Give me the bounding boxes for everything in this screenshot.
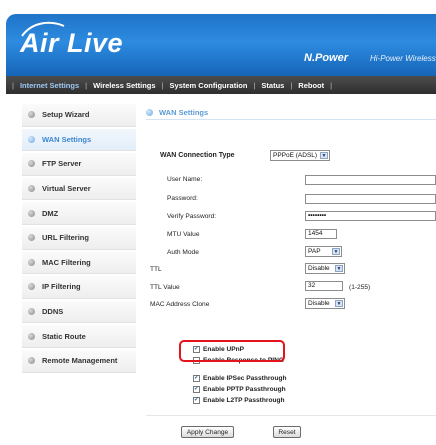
ttl-range-hint: (1-255) xyxy=(349,284,371,291)
ipsec-checkbox[interactable]: ✓ Enable IPSec Passthrough xyxy=(193,375,287,382)
connection-type-value: PPPoE (ADSL) xyxy=(273,152,318,159)
bullet-icon xyxy=(28,160,35,168)
bullet-icon xyxy=(28,234,35,242)
sidebar-item-label: Virtual Server xyxy=(42,184,91,194)
bullet-icon xyxy=(28,111,35,119)
sidebar-item-wan-settings[interactable]: WAN Settings xyxy=(22,128,136,152)
sidebar-item-ip-filtering[interactable]: IP Filtering xyxy=(22,276,136,299)
ttl-select-value: Disable xyxy=(308,265,330,272)
username-label: User Name: xyxy=(167,176,203,183)
sidebar-item-url-filtering[interactable]: URL Filtering xyxy=(22,226,136,250)
bullet-icon xyxy=(28,185,35,193)
nav-system-configuration[interactable]: System Configuration xyxy=(170,81,248,90)
username-field[interactable] xyxy=(305,175,436,185)
chevron-down-icon: ▼ xyxy=(332,248,340,255)
sidebar-item-label: Setup Wizard xyxy=(42,110,90,120)
bullet-icon xyxy=(28,332,35,340)
sidebar-item-label: WAN Settings xyxy=(42,134,92,144)
sidebar-item-label: MAC Filtering xyxy=(42,257,91,267)
connection-type-label: WAN Connection Type xyxy=(160,152,235,159)
checkbox-checked-icon: ✓ xyxy=(193,386,200,393)
sidebar-item-label: DMZ xyxy=(42,208,59,218)
nav-separator: | xyxy=(12,80,14,90)
connection-type-select[interactable]: PPPoE (ADSL) ▼ xyxy=(270,150,330,161)
bullet-icon xyxy=(28,357,35,365)
reset-button[interactable]: Reset xyxy=(273,426,301,438)
bullet-icon xyxy=(28,209,35,217)
ipsec-label: Enable IPSec Passthrough xyxy=(203,375,287,382)
verify-password-field[interactable]: •••••••• xyxy=(305,211,436,221)
footer-divider xyxy=(146,415,436,416)
sidebar-item-label: IP Filtering xyxy=(42,282,81,292)
bullet-icon xyxy=(28,283,35,291)
nav-internet-settings[interactable]: Internet Settings xyxy=(20,81,79,90)
nav-separator: | xyxy=(330,80,333,90)
title-divider xyxy=(146,119,436,120)
ttl-label: TTL xyxy=(150,266,162,273)
mac-clone-value: Disable xyxy=(308,300,330,307)
password-field[interactable] xyxy=(305,194,436,204)
sidebar-menu: Setup Wizard WAN Settings FTP Server Vir… xyxy=(22,104,136,375)
auth-mode-value: PAP xyxy=(308,248,321,255)
sidebar-item-label: URL Filtering xyxy=(42,233,89,243)
nav-separator: | xyxy=(85,80,88,90)
apply-change-button[interactable]: Apply Change xyxy=(181,426,234,438)
nav-separator: | xyxy=(253,80,256,90)
highlight-box xyxy=(179,340,285,362)
page-title: WAN Settings xyxy=(146,108,208,117)
nav-reboot[interactable]: Reboot xyxy=(298,81,324,90)
page-title-text: WAN Settings xyxy=(159,108,209,117)
ttl-value-field[interactable]: 32 xyxy=(305,281,343,291)
brand-tagline: Hi-Power Wireless xyxy=(370,54,436,63)
mtu-label: MTU Value xyxy=(167,231,200,238)
mac-clone-select[interactable]: Disable ▼ xyxy=(305,298,345,309)
chevron-down-icon: ▼ xyxy=(320,152,328,159)
sidebar-item-label: DDNS xyxy=(42,307,64,317)
sidebar-item-dmz[interactable]: DMZ xyxy=(22,202,136,225)
chevron-down-icon: ▼ xyxy=(335,265,343,272)
sidebar-item-remote-management[interactable]: Remote Management xyxy=(22,349,136,373)
chevron-down-icon: ▼ xyxy=(335,300,343,307)
l2tp-label: Enable L2TP Passthrough xyxy=(203,397,285,404)
sidebar-item-static-route[interactable]: Static Route xyxy=(22,325,136,348)
nav-wireless-settings[interactable]: Wireless Settings xyxy=(93,81,155,90)
nav-status[interactable]: Status xyxy=(261,81,284,90)
sidebar-item-ftp-server[interactable]: FTP Server xyxy=(22,153,136,176)
mac-clone-label: MAC Address Clone xyxy=(150,301,210,308)
pptp-checkbox[interactable]: ✓ Enable PPTP Passthrough xyxy=(193,386,286,393)
nav-separator: | xyxy=(161,80,164,90)
bullet-icon xyxy=(28,258,35,266)
sidebar-item-label: FTP Server xyxy=(42,159,82,169)
checkbox-checked-icon: ✓ xyxy=(193,397,200,404)
checkbox-checked-icon: ✓ xyxy=(193,375,200,382)
ttl-value-label: TTL Value xyxy=(150,284,180,291)
product-name: N.Power xyxy=(304,52,349,64)
header-banner: Air Live N.Power Hi-Power Wireless xyxy=(6,14,436,76)
nav-separator: | xyxy=(290,80,293,90)
bullet-icon xyxy=(146,109,153,116)
bullet-icon xyxy=(28,308,35,316)
sidebar-item-label: Remote Management xyxy=(42,356,118,366)
auth-mode-label: Auth Mode xyxy=(167,249,199,256)
pptp-label: Enable PPTP Passthrough xyxy=(203,386,286,393)
l2tp-checkbox[interactable]: ✓ Enable L2TP Passthrough xyxy=(193,397,285,404)
top-navigation: | Internet Settings | Wireless Settings … xyxy=(6,76,436,94)
password-label: Password: xyxy=(167,195,198,202)
sidebar-item-setup-wizard[interactable]: Setup Wizard xyxy=(22,104,136,127)
ttl-select[interactable]: Disable ▼ xyxy=(305,263,345,274)
sidebar-item-virtual-server[interactable]: Virtual Server xyxy=(22,177,136,201)
verify-password-label: Verify Password: xyxy=(167,213,217,220)
sidebar-item-label: Static Route xyxy=(42,331,86,341)
mtu-field[interactable]: 1454 xyxy=(305,229,337,239)
auth-mode-select[interactable]: PAP ▼ xyxy=(305,246,342,257)
sidebar-item-ddns[interactable]: DDNS xyxy=(22,300,136,324)
bullet-icon xyxy=(28,135,35,143)
sidebar-item-mac-filtering[interactable]: MAC Filtering xyxy=(22,251,136,275)
brand-logo: Air Live xyxy=(20,28,124,58)
